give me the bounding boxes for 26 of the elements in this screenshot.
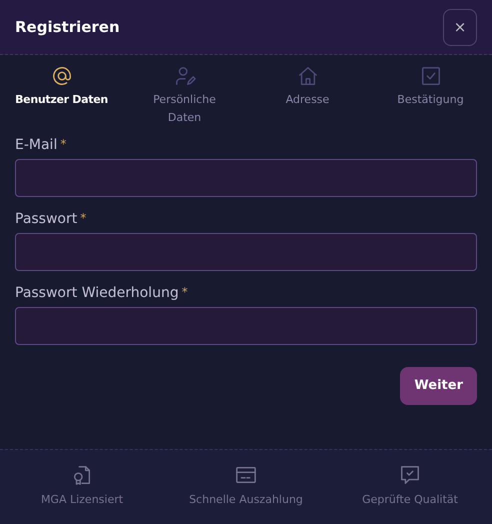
field-label: E-Mail [15, 137, 58, 153]
step-tab[interactable]: Benutzer Daten [0, 65, 123, 127]
user-pen-icon [174, 65, 196, 87]
input-field[interactable] [15, 307, 477, 345]
feature-label: MGA Lizensiert [40, 492, 124, 508]
field-label: Passwort Wiederholung [15, 285, 179, 301]
required-marker: * [182, 285, 188, 299]
input-field[interactable] [15, 159, 477, 197]
home-icon [296, 65, 318, 87]
dialog-title: Registrieren [15, 16, 120, 38]
credit-card-icon [235, 464, 257, 486]
input-field[interactable] [15, 233, 477, 271]
feature-label: Geprüfte Qualität [362, 492, 458, 508]
certificate-icon [71, 464, 93, 486]
field-label: Passwort [15, 211, 78, 227]
at-icon [50, 65, 72, 87]
checkbox-icon [420, 65, 442, 87]
step-tab[interactable]: Persönliche Daten [123, 65, 246, 127]
close-button[interactable]: × [443, 8, 477, 46]
next-button[interactable]: Weiter [400, 367, 477, 404]
chat-check-icon [399, 464, 421, 486]
feature-label: Schnelle Auszahlung [189, 492, 303, 508]
step-tab[interactable]: Adresse [246, 65, 369, 127]
required-marker: * [80, 211, 86, 225]
step-tab[interactable]: Bestätigung [369, 65, 492, 127]
required-marker: * [60, 137, 66, 151]
